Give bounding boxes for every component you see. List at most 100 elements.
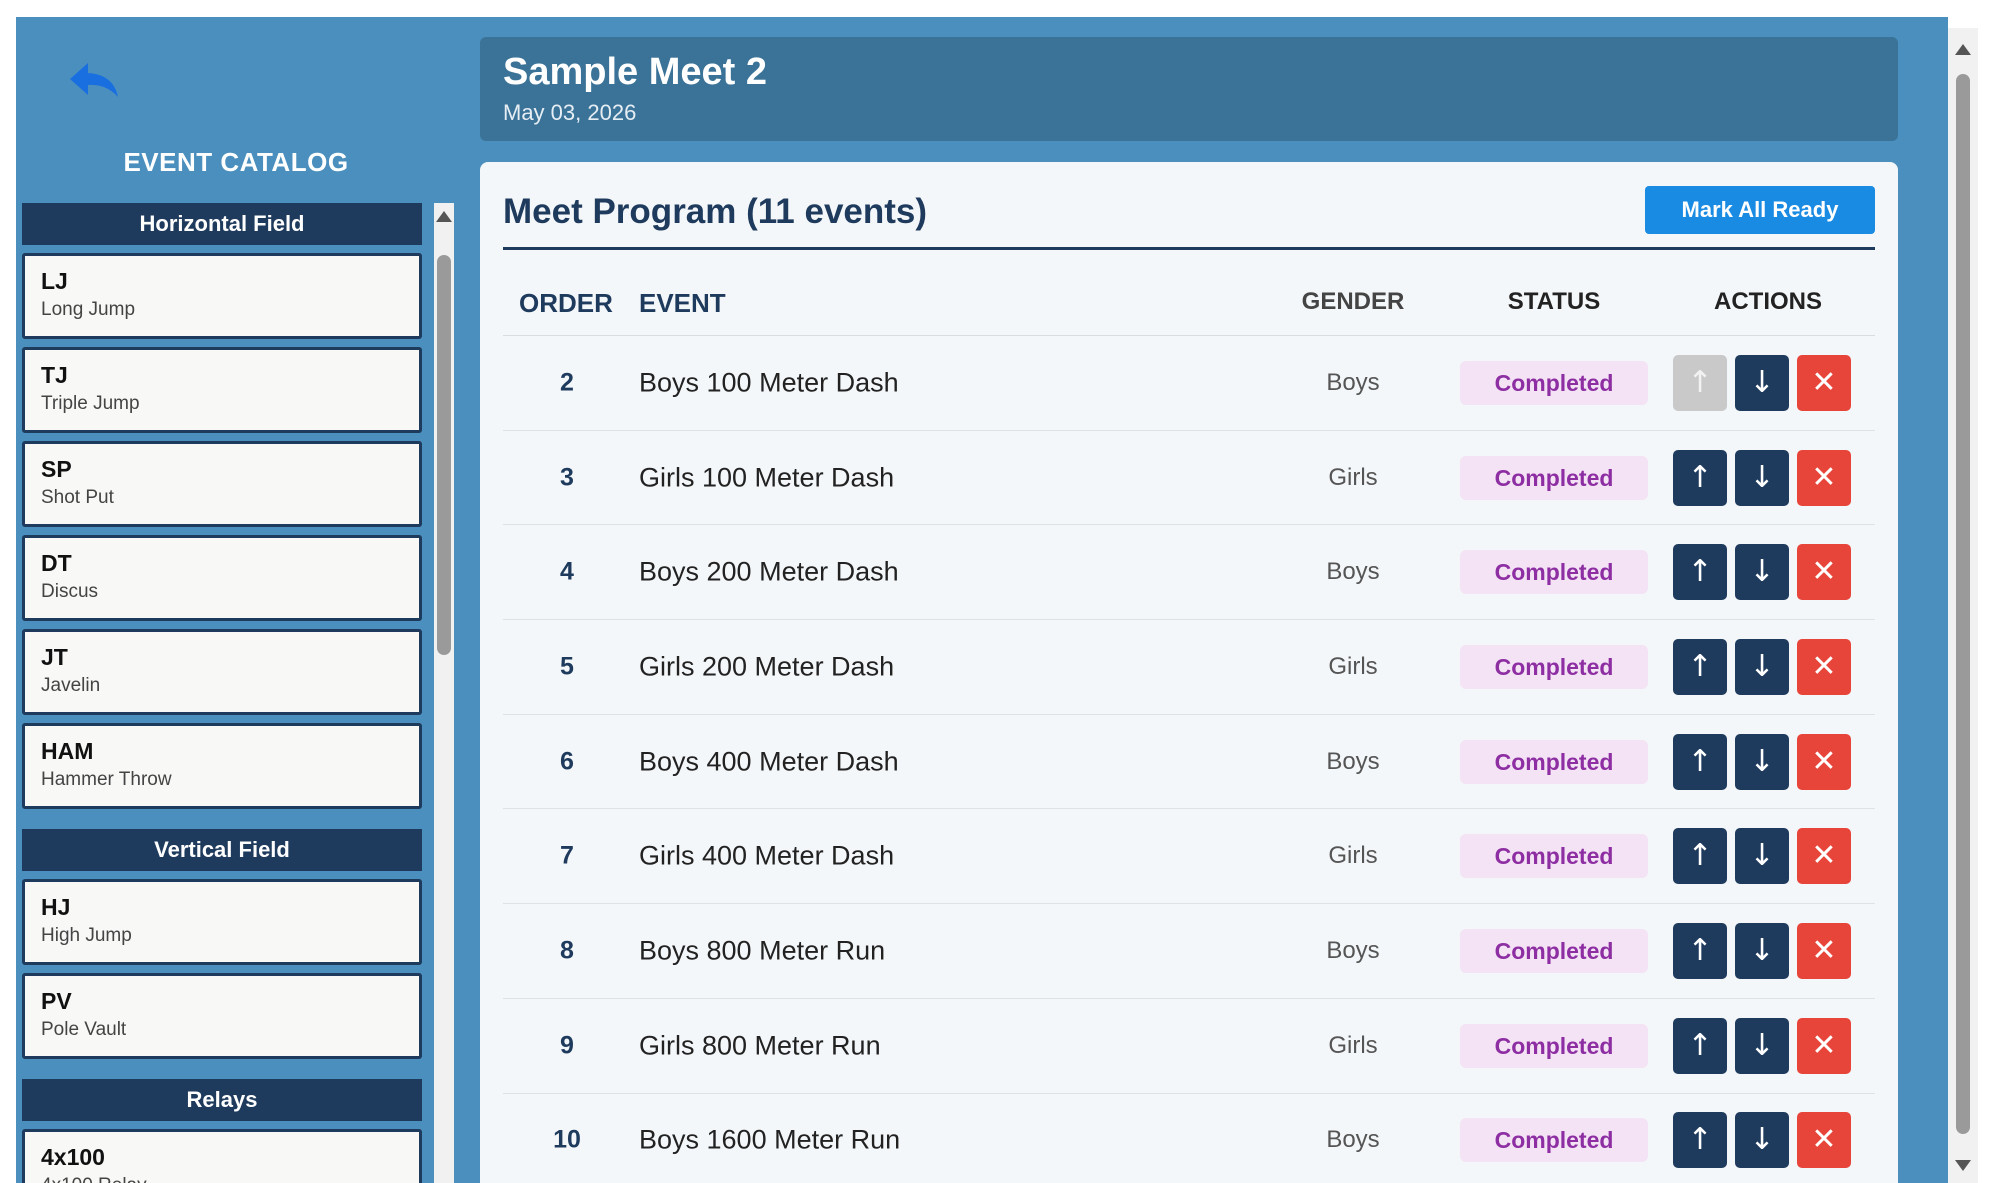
meet-program-panel: Meet Program (11 events) Mark All Ready … <box>480 162 1898 1183</box>
delete-event-button[interactable]: ✕ <box>1797 922 1851 979</box>
column-header-gender: GENDER <box>1301 288 1405 315</box>
catalog-item[interactable]: PV Pole Vault <box>22 973 422 1059</box>
table-header: ORDER EVENT GENDER STATUS ACTIONS <box>503 250 1875 336</box>
scroll-up-arrow-icon[interactable] <box>436 211 452 222</box>
event-name: Girls 200 Meter Dash <box>639 651 895 682</box>
delete-event-button[interactable]: ✕ <box>1797 828 1851 885</box>
delete-event-button[interactable]: ✕ <box>1797 1017 1851 1074</box>
delete-event-button[interactable]: ✕ <box>1797 638 1851 695</box>
status-badge[interactable]: Completed <box>1460 550 1648 595</box>
move-up-button[interactable]: ↑ <box>1673 1017 1727 1074</box>
move-down-button[interactable]: ↓ <box>1735 1017 1789 1074</box>
event-gender: Girls <box>1328 652 1378 680</box>
catalog-item-name: Javelin <box>41 675 101 696</box>
order-number: 10 <box>553 1125 581 1154</box>
move-down-button[interactable]: ↓ <box>1735 922 1789 979</box>
catalog-list: Horizontal Field LJ Long Jump TJ Triple Jump… <box>22 203 430 1183</box>
order-number: 6 <box>560 747 574 776</box>
move-down-button[interactable]: ↓ <box>1735 1112 1789 1169</box>
catalog-item[interactable]: JT Javelin <box>22 629 422 715</box>
column-header-event: EVENT <box>639 288 726 318</box>
meet-date: May 03, 2026 <box>503 100 637 125</box>
scroll-thumb[interactable] <box>437 255 451 655</box>
move-up-button[interactable]: ↑ <box>1673 1112 1727 1169</box>
catalog-item[interactable]: HAM Hammer Throw <box>22 723 422 809</box>
page-scrollbar[interactable] <box>1948 28 1978 1183</box>
move-up-button[interactable]: ↑ <box>1673 449 1727 506</box>
catalog-item-code: HAM <box>41 738 94 764</box>
catalog-item[interactable]: LJ Long Jump <box>22 253 422 339</box>
catalog-item-name: Pole Vault <box>41 1019 127 1040</box>
catalog-item-code: JT <box>41 644 68 670</box>
status-badge[interactable]: Completed <box>1460 1023 1648 1068</box>
page-scroll-down-icon[interactable] <box>1955 1160 1971 1171</box>
status-badge[interactable]: Completed <box>1460 455 1648 500</box>
move-up-button[interactable]: ↑ <box>1673 922 1727 979</box>
event-name: Boys 800 Meter Run <box>639 935 886 966</box>
event-gender: Boys <box>1326 936 1380 964</box>
row-actions: ↑ ↓ ✕ <box>1673 922 1863 979</box>
catalog-item-name: Hammer Throw <box>41 769 172 790</box>
catalog-title: EVENT CATALOG <box>123 147 349 177</box>
status-badge[interactable]: Completed <box>1460 1118 1648 1163</box>
move-down-button[interactable]: ↓ <box>1735 638 1789 695</box>
status-badge[interactable]: Completed <box>1460 739 1648 784</box>
event-name: Girls 100 Meter Dash <box>639 462 895 493</box>
delete-event-button[interactable]: ✕ <box>1797 1112 1851 1169</box>
status-badge[interactable]: Completed <box>1460 928 1648 973</box>
table-row: 7 Girls 400 Meter Dash Girls Completed ↑ ↓ ✕ <box>503 809 1875 905</box>
move-up-button[interactable]: ↑ <box>1673 638 1727 695</box>
catalog-item-code: HJ <box>41 894 71 920</box>
event-gender: Boys <box>1326 558 1380 586</box>
status-badge[interactable]: Completed <box>1460 834 1648 879</box>
delete-event-button[interactable]: ✕ <box>1797 354 1851 411</box>
move-down-button[interactable]: ↓ <box>1735 449 1789 506</box>
event-gender: Girls <box>1328 1031 1378 1059</box>
catalog-item[interactable]: HJ High Jump <box>22 879 422 965</box>
catalog-item[interactable]: SP Shot Put <box>22 441 422 527</box>
table-row: 3 Girls 100 Meter Dash Girls Completed ↑ ↓ ✕ <box>503 431 1875 526</box>
mark-all-ready-button[interactable]: Mark All Ready <box>1645 186 1875 234</box>
program-header: Meet Program (11 events) Mark All Ready <box>503 162 1875 250</box>
table-row: 2 Boys 100 Meter Dash Boys Completed ↑ ↓ ✕ <box>503 336 1875 431</box>
catalog-item[interactable]: TJ Triple Jump <box>22 347 422 433</box>
move-down-button[interactable]: ↓ <box>1735 828 1789 885</box>
move-up-button[interactable]: ↑ <box>1673 544 1727 601</box>
move-down-button[interactable]: ↓ <box>1735 354 1789 411</box>
move-down-button[interactable]: ↓ <box>1735 733 1789 790</box>
program-table-body: 2 Boys 100 Meter Dash Boys Completed ↑ ↓ ✕ 3 Gir… <box>503 336 1875 1183</box>
order-number: 2 <box>560 368 574 397</box>
page-scroll-up-icon[interactable] <box>1955 44 1971 55</box>
delete-event-button[interactable]: ✕ <box>1797 544 1851 601</box>
event-name: Girls 400 Meter Dash <box>639 840 895 871</box>
move-down-button[interactable]: ↓ <box>1735 544 1789 601</box>
catalog-item-name: High Jump <box>41 925 132 946</box>
catalog-group-header: Relays <box>22 1079 422 1121</box>
move-up-button[interactable]: ↑ <box>1673 828 1727 885</box>
catalog-item-name: 4x100 Relay <box>41 1175 403 1183</box>
catalog-scrollbar[interactable] <box>434 203 454 1183</box>
page-scroll-thumb[interactable] <box>1956 74 1970 1134</box>
delete-event-button[interactable]: ✕ <box>1797 733 1851 790</box>
table-row: 5 Girls 200 Meter Dash Girls Completed ↑ ↓ ✕ <box>503 620 1875 715</box>
catalog-item[interactable]: DT Discus <box>22 535 422 621</box>
row-actions: ↑ ↓ ✕ <box>1673 828 1863 885</box>
move-up-button: ↑ <box>1673 354 1727 411</box>
event-gender: Girls <box>1328 842 1378 870</box>
event-name: Girls 800 Meter Run <box>639 1030 881 1061</box>
back-button[interactable] <box>66 57 122 103</box>
catalog-item-code: DT <box>41 550 72 576</box>
status-badge[interactable]: Completed <box>1460 360 1648 405</box>
status-badge[interactable]: Completed <box>1460 644 1648 689</box>
event-name: Boys 400 Meter Dash <box>639 746 899 777</box>
catalog-item[interactable]: 4x100 4x100 Relay <box>22 1129 422 1183</box>
table-row: 8 Boys 800 Meter Run Boys Completed ↑ ↓ ✕ <box>503 904 1875 999</box>
catalog-item-name: Discus <box>41 581 99 602</box>
order-number: 5 <box>560 652 574 681</box>
move-up-button[interactable]: ↑ <box>1673 733 1727 790</box>
event-catalog-sidebar: EVENT CATALOG Horizontal Field LJ Long Jum… <box>16 17 456 1183</box>
row-actions: ↑ ↓ ✕ <box>1673 1112 1863 1169</box>
catalog-item-name: Long Jump <box>41 299 136 320</box>
delete-event-button[interactable]: ✕ <box>1797 449 1851 506</box>
